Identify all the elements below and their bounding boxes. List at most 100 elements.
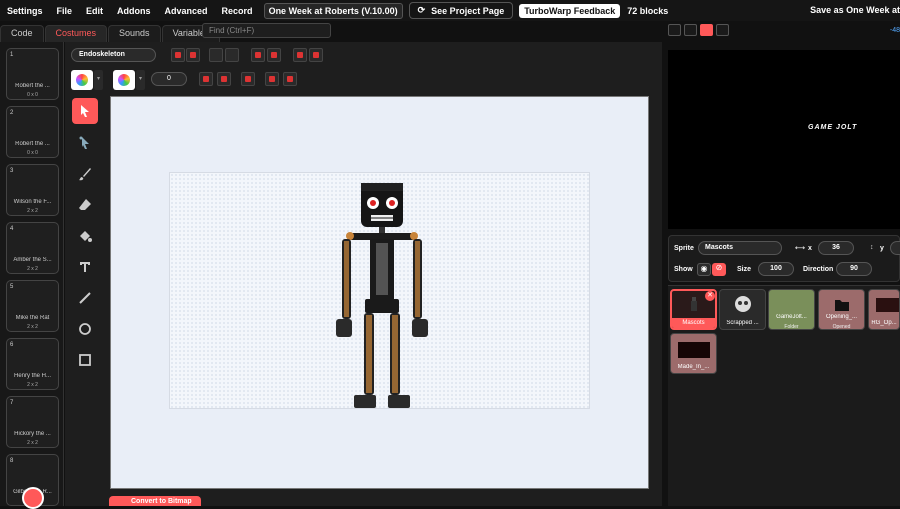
copy-icon[interactable] [199, 72, 213, 86]
redo-icon[interactable] [186, 48, 200, 62]
backward-icon[interactable] [267, 48, 281, 62]
flip-vertical-icon[interactable] [283, 72, 297, 86]
fill-color-swatch [76, 74, 88, 86]
forward-icon[interactable] [251, 48, 265, 62]
menu-record[interactable]: Record [215, 6, 260, 16]
find-input[interactable]: Find (Ctrl+F) [202, 23, 331, 38]
x-arrows-icon: ⟷ [795, 245, 806, 252]
sprite-thumbnail [677, 342, 710, 358]
show-eye-icon[interactable]: ◉ [697, 263, 711, 276]
costume-size: 2 x 2 [27, 266, 38, 272]
convert-bitmap-button[interactable]: Convert to Bitmap [109, 496, 201, 506]
costume-item[interactable]: 2 Robert the ... 0 x 0 [6, 106, 59, 158]
undo-icon[interactable] [171, 48, 185, 62]
text-tool[interactable] [72, 254, 98, 280]
back-icon[interactable] [309, 48, 323, 62]
sprite-label: Sprite [674, 245, 694, 252]
sprite-thumbnail [876, 298, 899, 312]
outline-dropdown[interactable]: ▾ [136, 70, 145, 90]
save-as-button[interactable]: Save as One Week at [810, 5, 900, 15]
folder-tile[interactable]: Opening_... Opened [818, 289, 865, 330]
costume-item[interactable]: 4 Amber the S... 2 x 2 [6, 222, 59, 274]
eraser-tool[interactable] [72, 192, 98, 218]
costume-name: Henry the H... [13, 373, 51, 379]
select-tool[interactable] [72, 98, 98, 124]
rectangle-tool[interactable] [72, 347, 98, 373]
fill-tool[interactable] [72, 223, 98, 249]
sprite-thumbnail [734, 296, 751, 312]
feedback-button[interactable]: TurboWarp Feedback [519, 3, 621, 18]
line-tool[interactable] [72, 285, 98, 311]
costume-item[interactable]: 3 Wilson the F... 2 x 2 [6, 164, 59, 216]
costume-item[interactable]: 7 Hickory the ... 2 x 2 [6, 396, 59, 448]
y-input[interactable] [890, 241, 900, 255]
paint-canvas[interactable] [110, 96, 649, 489]
costume-number: 3 [10, 168, 14, 174]
costume-name: Robert the ... [15, 141, 50, 147]
ungroup-icon[interactable] [225, 48, 239, 62]
brush-tool[interactable] [72, 161, 98, 187]
delete-icon[interactable] [241, 72, 255, 86]
flip-horizontal-icon[interactable] [265, 72, 279, 86]
sprite-list[interactable]: ✕ Mascots Scrapped ... GameJolt... Folde… [668, 285, 900, 506]
outline-color-picker[interactable] [113, 70, 135, 90]
fullscreen-icon[interactable] [668, 24, 681, 36]
costume-size: 2 x 2 [27, 382, 38, 388]
sprite-tile[interactable]: Scrapped ... [719, 289, 766, 330]
folder-status: Opened [832, 324, 851, 330]
menu-edit[interactable]: Edit [79, 6, 110, 16]
costume-item[interactable]: 1 Robert the ... 0 x 0 [6, 48, 59, 100]
sprite-thumbnail [690, 297, 697, 311]
see-project-button[interactable]: ⟳ See Project Page [408, 2, 514, 19]
fill-color-picker[interactable] [71, 70, 93, 90]
addon-icon[interactable] [716, 24, 729, 36]
costume-list[interactable]: 1 Robert the ... 0 x 0 2 Robert the ... 0 x … [0, 42, 64, 506]
menu-addons[interactable]: Addons [110, 6, 158, 16]
rectangle-icon [79, 354, 91, 366]
eraser-icon [79, 199, 91, 210]
tab-costumes[interactable]: Costumes [44, 25, 108, 42]
menu-settings[interactable]: Settings [0, 6, 50, 16]
stage-view[interactable]: GAME JOLT [668, 50, 900, 229]
costume-area[interactable] [169, 172, 590, 409]
group-icon[interactable] [209, 48, 223, 62]
fill-dropdown[interactable]: ▾ [94, 70, 103, 90]
front-icon[interactable] [293, 48, 307, 62]
x-input[interactable]: 36 [818, 241, 854, 255]
size-input[interactable]: 100 [758, 262, 794, 276]
size-label: Size [737, 266, 752, 273]
sprite-name-input[interactable]: Mascots [698, 241, 782, 255]
outline-width-input[interactable]: 0 [151, 72, 187, 86]
project-title-input[interactable]: One Week at Roberts (V.10.00) [263, 2, 403, 19]
menu-advanced[interactable]: Advanced [158, 6, 215, 16]
hide-eye-icon[interactable]: ⊘ [712, 263, 726, 276]
tab-code[interactable]: Code [0, 25, 44, 42]
costume-number: 4 [10, 226, 14, 232]
sprite-tile[interactable]: RG_Op... [868, 289, 900, 330]
costume-size: 0 x 0 [27, 92, 38, 98]
tab-sounds[interactable]: Sounds [108, 25, 161, 42]
direction-input[interactable]: 90 [836, 262, 872, 276]
direction-label: Direction [803, 266, 834, 273]
small-stage-icon[interactable] [684, 24, 697, 36]
circle-tool[interactable] [72, 316, 98, 342]
delete-sprite-icon[interactable]: ✕ [705, 291, 715, 301]
costume-item[interactable]: 5 Mike the Rat 2 x 2 [6, 280, 59, 332]
costume-number: 8 [10, 458, 14, 464]
sprite-tile[interactable]: ✕ Mascots [670, 289, 717, 330]
normal-stage-icon[interactable] [700, 24, 713, 36]
sprite-name: GameJolt... [776, 314, 807, 320]
menu-file[interactable]: File [50, 6, 80, 16]
folder-tile[interactable]: GameJolt... Folder [768, 289, 815, 330]
reshape-tool[interactable] [72, 130, 98, 156]
costume-name-input[interactable]: Endoskeleton [71, 48, 156, 62]
sprite-name: RG_Op... [871, 320, 897, 326]
paste-icon[interactable] [217, 72, 231, 86]
costume-size: 2 x 2 [27, 440, 38, 446]
stage-coordinate: -48 [889, 27, 900, 34]
costume-item[interactable]: 6 Henry the H... 2 x 2 [6, 338, 59, 390]
gamejolt-logo: GAME JOLT [808, 124, 858, 131]
line-icon [79, 292, 91, 304]
sprite-tile[interactable]: Made_In_... [670, 333, 717, 374]
stage-controls [668, 24, 729, 36]
